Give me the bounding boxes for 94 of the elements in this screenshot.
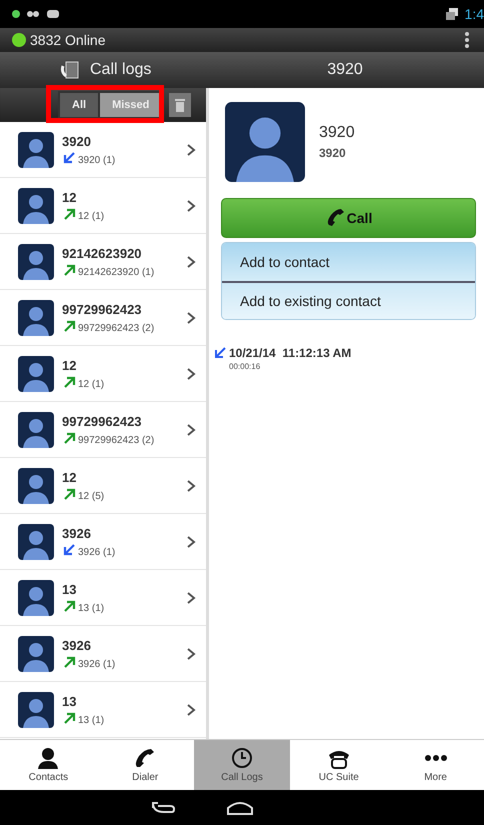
call-log-item[interactable]: 12 12 (1)	[0, 178, 206, 234]
avatar-silhouette-icon	[225, 102, 305, 182]
account-status: 3832 Online	[30, 32, 106, 48]
call-count: 3926 (1)	[78, 546, 116, 558]
chevron-right-icon	[186, 422, 196, 436]
delete-button[interactable]	[169, 93, 192, 117]
chat-icon	[46, 9, 60, 19]
notification-dot-icon	[12, 10, 20, 18]
chevron-right-icon	[186, 702, 196, 716]
incoming-call-arrow-icon	[62, 542, 77, 558]
screens-icon	[444, 7, 459, 21]
call-log-item[interactable]: 13 13 (1)	[0, 570, 206, 626]
outgoing-call-arrow-icon	[62, 654, 77, 670]
chevron-right-icon	[186, 590, 196, 604]
call-count: 12 (5)	[78, 490, 104, 502]
call-log-item[interactable]: 3926 3926 (1)	[0, 514, 206, 570]
call-count: 3920 (1)	[78, 154, 116, 166]
call-log-icon	[60, 60, 80, 80]
avatar-silhouette-icon	[18, 468, 54, 504]
home-icon[interactable]	[226, 800, 254, 816]
avatar-silhouette-icon	[18, 132, 54, 168]
avatar-silhouette-icon	[18, 188, 54, 224]
overflow-menu-icon[interactable]	[464, 31, 470, 49]
incoming-call-arrow-icon	[62, 150, 77, 166]
caller-number: 92142623920	[62, 246, 143, 260]
call-log-item[interactable]: 99729962423 99729962423 (2)	[0, 402, 206, 458]
avatar-silhouette-icon	[18, 412, 54, 448]
call-count: 92142623920 (1)	[78, 266, 154, 278]
call-count: 3926 (1)	[78, 658, 116, 670]
outgoing-call-arrow-icon	[62, 486, 77, 502]
caller-number: 3920	[62, 134, 92, 148]
outgoing-call-arrow-icon	[62, 206, 77, 222]
incoming-call-arrow-icon	[213, 346, 227, 360]
chevron-right-icon	[186, 142, 196, 156]
caller-number: 99729962423	[62, 302, 143, 316]
voicemail-icon	[26, 9, 40, 19]
chevron-right-icon	[186, 310, 196, 324]
outgoing-call-arrow-icon	[62, 430, 77, 446]
caller-number: 12	[62, 190, 78, 204]
outgoing-call-arrow-icon	[62, 262, 77, 278]
call-log-item[interactable]: 3920 3920 (1)	[0, 122, 206, 178]
call-log-item[interactable]: 12 12 (5)	[0, 458, 206, 514]
caller-number: 99729962423	[62, 414, 143, 428]
contact-title: 3920	[326, 61, 364, 79]
chevron-right-icon	[186, 366, 196, 380]
outgoing-call-arrow-icon	[62, 710, 77, 726]
filter-tab[interactable]: All	[60, 93, 98, 117]
call-log-item[interactable]: 99729962423 99729962423 (2)	[0, 290, 206, 346]
bottom-tab[interactable]: Call Logs	[194, 740, 290, 790]
chevron-right-icon	[186, 254, 196, 268]
caller-number: 3926	[62, 526, 92, 540]
contact-name: 3920	[319, 124, 355, 142]
clock-time: 1:4	[464, 6, 484, 22]
avatar-silhouette-icon	[18, 580, 54, 616]
avatar-silhouette-icon	[18, 692, 54, 728]
caller-number: 3926	[62, 638, 92, 652]
back-icon[interactable]	[150, 800, 176, 816]
avatar-silhouette-icon	[18, 356, 54, 392]
outgoing-call-arrow-icon	[62, 318, 77, 334]
avatar-silhouette-icon	[18, 524, 54, 560]
caller-number: 12	[62, 470, 78, 484]
call-count: 12 (1)	[78, 210, 104, 222]
clock-icon	[230, 747, 254, 769]
avatar-silhouette-icon	[18, 300, 54, 336]
call-count: 12 (1)	[78, 378, 104, 390]
chevron-right-icon	[186, 198, 196, 212]
call-duration: 00:00:16	[229, 362, 262, 371]
call-log-item[interactable]: 92142623920 92142623920 (1)	[0, 234, 206, 290]
chevron-right-icon	[186, 646, 196, 660]
call-count: 13 (1)	[78, 714, 104, 726]
call-count: 99729962423 (2)	[78, 322, 154, 334]
call-button[interactable]: Call	[221, 198, 476, 238]
chevron-right-icon	[186, 534, 196, 548]
more-dots-icon	[424, 755, 448, 761]
caller-number: 13	[62, 694, 78, 708]
call-datetime: 10/21/14 11:12:13 AM	[229, 346, 352, 360]
caller-number: 12	[62, 358, 78, 372]
contact-action-button[interactable]: Add to contact	[222, 243, 475, 281]
avatar-silhouette-icon	[18, 244, 54, 280]
call-log-item[interactable]: 12 12 (1)	[0, 346, 206, 402]
screen-title: Call logs	[90, 61, 152, 79]
contact-action-button[interactable]: Add to existing contact	[222, 281, 475, 319]
caller-number: 13	[62, 582, 78, 596]
call-log-item[interactable]: 3926 3926 (1)	[0, 626, 206, 682]
call-log-item[interactable]: 13 13 (1)	[0, 682, 206, 738]
contact-number: 3920	[319, 146, 347, 160]
person-icon	[36, 747, 60, 769]
avatar-silhouette-icon	[18, 636, 54, 672]
trash-icon	[174, 97, 186, 113]
chevron-right-icon	[186, 478, 196, 492]
outgoing-call-arrow-icon	[62, 374, 77, 390]
call-count: 13 (1)	[78, 602, 104, 614]
call-count: 99729962423 (2)	[78, 434, 154, 446]
outgoing-call-arrow-icon	[62, 598, 77, 614]
